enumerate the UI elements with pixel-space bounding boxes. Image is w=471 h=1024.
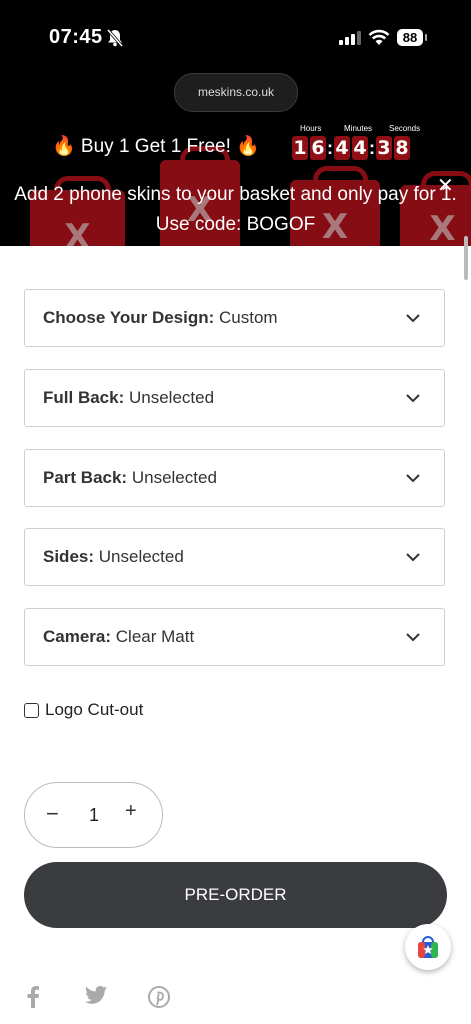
minutes-label: Minutes (344, 124, 373, 133)
option-value: Clear Matt (115, 627, 195, 646)
countdown-digit: 6 (310, 136, 326, 160)
rewards-button[interactable] (405, 924, 451, 970)
option-label: Part Back: (43, 468, 128, 487)
quantity-decrease-button[interactable]: − (46, 801, 59, 827)
option-label: Camera: (43, 627, 112, 646)
quantity-increase-button[interactable]: + (125, 800, 137, 823)
option-value: Custom (219, 308, 278, 327)
battery-indicator: 88 (397, 29, 427, 46)
option-label: Choose Your Design: (43, 308, 215, 327)
countdown-separator: : (327, 138, 333, 158)
quantity-stepper: − 1 + (24, 782, 163, 848)
countdown-digit: 1 (292, 136, 308, 160)
pre-order-button[interactable]: PRE-ORDER (24, 862, 447, 928)
chevron-down-icon (406, 393, 420, 402)
option-label: Sides: (43, 547, 95, 566)
cellular-signal-icon (339, 31, 361, 45)
hours-label: Hours (300, 124, 322, 133)
scrollbar[interactable] (464, 236, 468, 280)
wifi-icon (368, 29, 390, 45)
shopping-bag-star-icon (418, 936, 438, 958)
chevron-down-icon (406, 632, 420, 641)
announcement-text: Add 2 phone skins to your basket and onl… (14, 184, 457, 235)
option-value: Unselected (131, 468, 217, 487)
chevron-down-icon (406, 552, 420, 561)
countdown-digit: 8 (394, 136, 410, 160)
option-value: Unselected (98, 547, 184, 566)
facebook-icon[interactable] (26, 986, 40, 1008)
full-back-select[interactable]: Full Back: Unselected (24, 369, 445, 427)
twitter-icon[interactable] (85, 986, 107, 1004)
pinterest-icon[interactable] (148, 986, 170, 1008)
chevron-down-icon (406, 313, 420, 322)
countdown-separator: : (369, 138, 375, 158)
sides-select[interactable]: Sides: Unselected (24, 528, 445, 586)
logo-cutout-option[interactable]: Logo Cut-out (24, 700, 143, 720)
status-time: 07:45 (49, 26, 103, 48)
option-label: Full Back: (43, 388, 125, 407)
option-value: Unselected (128, 388, 215, 407)
logo-cutout-label: Logo Cut-out (45, 700, 144, 719)
countdown-digit: 4 (334, 136, 350, 160)
url-bar[interactable]: meskins.co.uk (174, 73, 298, 112)
seconds-label: Seconds (389, 124, 421, 133)
design-select[interactable]: Choose Your Design: Custom (24, 289, 445, 347)
chevron-down-icon (406, 473, 420, 482)
bell-mute-icon (107, 29, 123, 47)
part-back-select[interactable]: Part Back: Unselected (24, 449, 445, 507)
quantity-value[interactable]: 1 (85, 805, 103, 826)
promo-banner: X X X X 07:45 88 meskins.co.uk 🔥 Buy 1 G… (0, 0, 471, 246)
countdown-digit: 3 (376, 136, 392, 160)
countdown-digit: 4 (352, 136, 368, 160)
promo-headline: 🔥 Buy 1 Get 1 Free! 🔥 (52, 136, 260, 157)
camera-select[interactable]: Camera: Clear Matt (24, 608, 445, 666)
close-icon[interactable]: ✕ (437, 176, 454, 196)
countdown-timer: Hours Minutes Seconds 1 6 : 4 4 : 3 8 (292, 124, 422, 160)
logo-cutout-checkbox[interactable] (24, 702, 39, 718)
